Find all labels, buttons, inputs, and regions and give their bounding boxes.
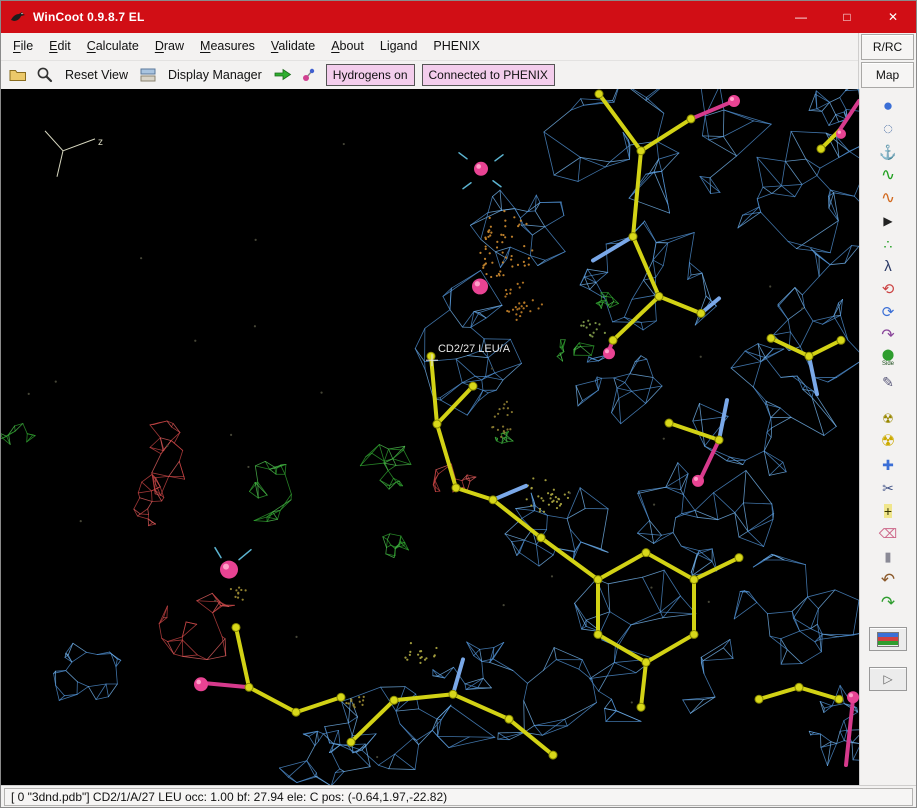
jiggle-fit-icon[interactable]: ✚: [873, 454, 903, 475]
go-to-atom-arrow-icon[interactable]: [272, 66, 294, 83]
menubar: File Edit Calculate Draw Measures Valida…: [1, 33, 858, 60]
magnifier-icon[interactable]: [34, 64, 55, 85]
add-residue-icon[interactable]: +: [873, 500, 903, 521]
menu-item[interactable]: File: [5, 35, 41, 57]
app-window: WinCoot 0.9.8.7 EL — □ ✕ File Edit Calcu…: [0, 0, 917, 808]
display-manager-button[interactable]: Display Manager: [163, 66, 267, 84]
display-manager-icon[interactable]: [138, 66, 158, 84]
tool-sidebar: ● ◌ ⚓ ∿: [859, 89, 916, 785]
toolbar: Reset View Display Manager Hydrogens on …: [1, 60, 858, 89]
atom-label: CD2/27 LEU/A: [438, 343, 511, 355]
menu-item[interactable]: Edit: [41, 35, 79, 57]
eraser-cylinder-icon[interactable]: ▮: [873, 546, 903, 567]
menu-item[interactable]: Ligand: [372, 35, 426, 57]
phenix-toggle[interactable]: Connected to PHENIX: [422, 64, 555, 86]
undo-icon[interactable]: ↶: [873, 569, 903, 590]
map-button[interactable]: Map: [861, 62, 914, 88]
auto-fit-rotamer-icon[interactable]: ∴: [873, 233, 903, 254]
app-icon: [10, 9, 26, 25]
edit-chi-angles-icon[interactable]: ⟲: [873, 279, 903, 300]
window-controls: — □ ✕: [778, 1, 916, 33]
scissors-icon[interactable]: ✂: [873, 477, 903, 498]
menu-item[interactable]: Validate: [263, 35, 323, 57]
top-chrome: File Edit Calculate Draw Measures Valida…: [1, 33, 916, 89]
radiation-icon[interactable]: ☢: [873, 431, 903, 452]
window-title: WinCoot 0.9.8.7 EL: [33, 10, 145, 24]
right-top-buttons: R/RC Map: [858, 33, 916, 89]
open-coordinates-icon[interactable]: [7, 65, 29, 84]
rrc-button[interactable]: R/RC: [861, 34, 914, 60]
rotate-translate-icon[interactable]: ▶: [873, 210, 903, 231]
titlebar: WinCoot 0.9.8.7 EL — □ ✕: [1, 1, 916, 33]
delete-item-icon[interactable]: ⌫: [873, 523, 903, 544]
menu-item[interactable]: Draw: [147, 35, 192, 57]
menu-item[interactable]: Calculate: [79, 35, 147, 57]
redo-icon[interactable]: ↷: [873, 592, 903, 613]
rotamers-icon[interactable]: λ: [873, 256, 903, 277]
hydrogens-toggle[interactable]: Hydrogens on: [326, 64, 415, 86]
main-area: z CD2/27 LEU/A ● ◌: [1, 89, 916, 785]
side-chain-flip-icon[interactable]: ⬤ Side: [873, 348, 903, 369]
maximize-button[interactable]: □: [824, 1, 870, 33]
menu-item[interactable]: Measures: [192, 35, 263, 57]
menu-item[interactable]: PHENIX: [425, 35, 488, 57]
regularize-zone-icon[interactable]: ∿: [873, 187, 903, 208]
rigid-body-sphere-icon[interactable]: ●: [873, 95, 903, 116]
axis-z-label: z: [98, 137, 103, 148]
reset-view-button[interactable]: Reset View: [60, 66, 133, 84]
mutate-pencil-icon[interactable]: ✎: [873, 371, 903, 392]
dashed-circle-icon[interactable]: ◌: [873, 118, 903, 139]
status-text: [ 0 "3dnd.pdb"] CD2/1/A/27 LEU occ: 1.00…: [4, 788, 913, 806]
gl-canvas[interactable]: z CD2/27 LEU/A: [1, 89, 859, 785]
anchor-icon[interactable]: ⚓: [873, 141, 903, 162]
torsion-general-icon[interactable]: ⟳: [873, 302, 903, 323]
statusbar: [ 0 "3dnd.pdb"] CD2/1/A/27 LEU occ: 1.00…: [1, 785, 916, 807]
minimize-button[interactable]: —: [778, 1, 824, 33]
run-refinement-button[interactable]: [869, 627, 907, 651]
add-alt-conf-icon[interactable]: ☢: [873, 408, 903, 429]
close-button[interactable]: ✕: [870, 1, 916, 33]
axis-indicator: z: [45, 131, 103, 177]
expand-toolbar-button[interactable]: ▷: [869, 667, 907, 691]
refinement-flag-icon: [877, 632, 899, 647]
ligand-molecule-icon[interactable]: [299, 65, 319, 85]
flip-peptide-icon[interactable]: ↷: [873, 325, 903, 346]
menu-item[interactable]: About: [323, 35, 372, 57]
real-space-refine-icon[interactable]: ∿: [873, 164, 903, 185]
